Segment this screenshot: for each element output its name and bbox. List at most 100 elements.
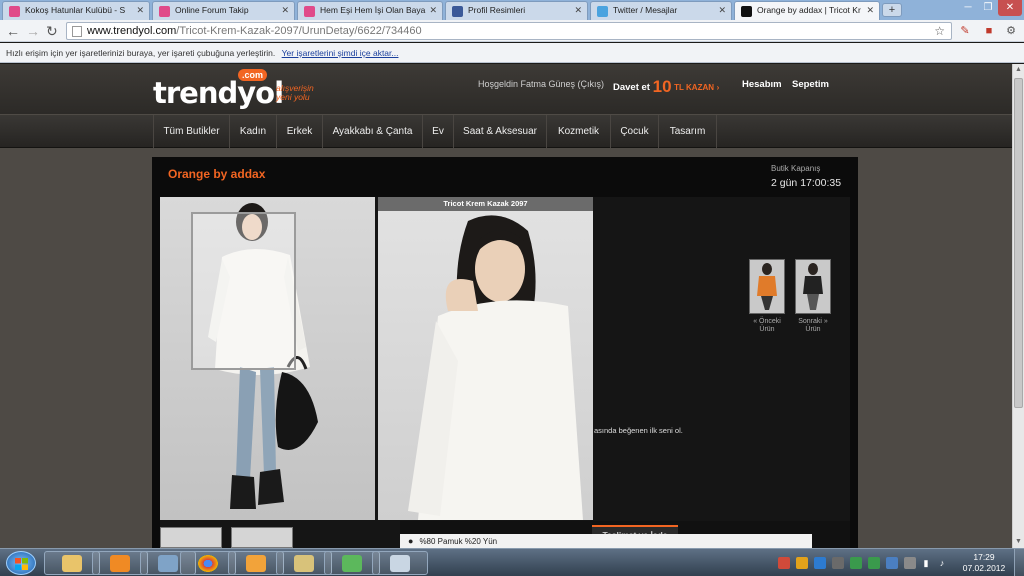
scroll-down-arrow-icon[interactable]: ▼ <box>1013 536 1024 548</box>
material-info-row: ● %80 Pamuk %20 Yün <box>400 534 812 548</box>
product-thumbnail-strip <box>160 521 400 548</box>
close-tab-icon[interactable]: ✕ <box>281 5 289 16</box>
close-tab-icon[interactable]: ✕ <box>136 5 144 16</box>
zoom-lens[interactable] <box>191 212 296 370</box>
tray-app-icon[interactable] <box>904 557 916 569</box>
browser-tab-label: Twitter / Mesajlar <box>613 5 678 15</box>
tray-app-icon[interactable] <box>886 557 898 569</box>
closing-countdown: 2 gün 17:00:35 <box>771 177 842 189</box>
browser-tab-4[interactable]: Profil Resimleri ✕ <box>445 1 588 20</box>
site-favicon-icon <box>304 6 315 17</box>
invite-arrow-icon: › <box>716 83 720 92</box>
product-thumbnail[interactable] <box>231 527 293 548</box>
facebook-favicon-icon <box>452 6 463 17</box>
category-navbar: Tüm Butikler Kadın Erkek Ayakkabı & Çant… <box>0 114 1012 148</box>
new-tab-button[interactable]: + <box>882 3 902 17</box>
cart-link[interactable]: Sepetim <box>792 79 829 90</box>
taskbar-paint[interactable] <box>372 551 428 575</box>
slogan: alışverişin yeni yolu <box>276 84 314 102</box>
browser-tab-6-active[interactable]: Orange by addax | Tricot Kr ✕ <box>734 1 880 20</box>
tray-app-icon[interactable] <box>850 557 862 569</box>
tray-app-icon[interactable] <box>868 557 880 569</box>
windows-logo-icon <box>15 558 28 570</box>
invite-prefix: Davet et <box>613 82 650 93</box>
scroll-up-arrow-icon[interactable]: ▲ <box>1013 64 1024 76</box>
chrome-icon <box>198 555 218 572</box>
bookmark-bar-hint: Hızlı erişim için yer işaretlerinizi bur… <box>6 48 276 58</box>
import-bookmarks-link[interactable]: Yer işaretlerini şimdi içe aktar... <box>282 48 399 58</box>
product-thumbnail[interactable] <box>160 527 222 548</box>
network-icon <box>158 555 178 572</box>
show-desktop-button[interactable] <box>1014 549 1024 576</box>
tray-antivirus-icon[interactable] <box>778 557 790 569</box>
signal-strength-icon[interactable]: ▮ <box>920 557 932 569</box>
close-tab-icon[interactable]: ✕ <box>866 5 874 16</box>
scrollbar-thumb[interactable] <box>1014 78 1023 408</box>
user-greeting[interactable]: Hoşgeldin Fatma Güneş (Çıkış) <box>478 79 604 89</box>
back-arrow-icon[interactable]: ← <box>6 23 20 39</box>
extension-icon[interactable]: ■ <box>982 24 996 38</box>
boutique-panel: Orange by addax Butik Kapanış 2 gün 17:0… <box>152 157 858 548</box>
slogan-line-2: yeni yolu <box>276 92 310 102</box>
reload-icon[interactable]: ↻ <box>46 23 58 39</box>
close-window-icon[interactable]: ✕ <box>998 0 1022 16</box>
nav-item-shoes-bags[interactable]: Ayakkabı & Çanta <box>323 115 423 148</box>
tray-app-icon[interactable] <box>796 557 808 569</box>
invite-promo[interactable]: Davet et 10 TL KAZAN › <box>613 77 719 97</box>
clock-time: 17:29 <box>973 552 995 562</box>
trendyol-logo[interactable]: trendyol <box>153 76 284 110</box>
browser-tab-label: Hem Eşi Hem İşi Olan Baya <box>320 5 426 15</box>
site-favicon-icon <box>9 6 20 17</box>
boutique-title[interactable]: Orange by addax <box>168 167 265 181</box>
next-product-link[interactable]: Sonraki » Ürün <box>793 318 833 334</box>
browser-tab-3[interactable]: Hem Eşi Hem İşi Olan Baya ✕ <box>297 1 443 20</box>
browser-tab-2[interactable]: Online Forum Takip ✕ <box>152 1 295 20</box>
logo-com-badge: .com <box>238 69 268 81</box>
extension-icon[interactable]: ✎ <box>958 24 972 38</box>
tray-app-icon[interactable] <box>814 557 826 569</box>
next-product-thumb[interactable] <box>795 259 831 314</box>
close-tab-icon[interactable]: ✕ <box>429 5 437 16</box>
minimize-window-icon[interactable]: ─ <box>958 0 978 16</box>
browser-tab-5[interactable]: Twitter / Mesajlar ✕ <box>590 1 732 20</box>
tray-app-icon[interactable] <box>832 557 844 569</box>
media-player-icon <box>110 555 130 572</box>
previous-product-thumb[interactable] <box>749 259 785 314</box>
nav-item-home[interactable]: Ev <box>423 115 454 148</box>
nav-item-cosmetics[interactable]: Kozmetik <box>547 115 611 148</box>
nav-item-design[interactable]: Tasarım <box>659 115 717 148</box>
nav-item-all-boutiques[interactable]: Tüm Butikler <box>153 115 230 148</box>
address-bar[interactable]: www.trendyol.com/Tricot-Krem-Kazak-2097/… <box>66 22 952 40</box>
invite-suffix: TL KAZAN <box>674 83 715 92</box>
volume-icon[interactable]: ♪ <box>936 557 948 569</box>
close-tab-icon[interactable]: ✕ <box>718 5 726 16</box>
material-composition: %80 Pamuk %20 Yün <box>419 537 498 546</box>
messenger-icon <box>342 555 362 572</box>
nav-item-women[interactable]: Kadın <box>230 115 277 148</box>
bookmark-star-icon[interactable]: ☆ <box>934 24 945 38</box>
nav-item-watches-accessories[interactable]: Saat & Aksesuar <box>454 115 547 148</box>
nav-item-kids[interactable]: Çocuk <box>611 115 659 148</box>
url-path: /Tricot-Krem-Kazak-2097/UrunDetay/6622/7… <box>176 25 422 37</box>
account-link[interactable]: Hesabım <box>742 79 782 90</box>
site-header: trendyol .com alışverişin yeni yolu Hoşg… <box>0 64 1012 114</box>
browser-tab-label: Profil Resimleri <box>468 5 526 15</box>
windows-taskbar: ▮ ♪ 17:29 07.02.2012 <box>0 548 1024 576</box>
closing-label: Butik Kapanış <box>771 164 821 173</box>
browser-tab-1[interactable]: Kokoş Hatunlar Kulübü - S ✕ <box>2 1 150 20</box>
product-photo[interactable] <box>160 197 375 520</box>
vertical-scrollbar[interactable]: ▲ ▼ <box>1012 64 1024 548</box>
start-button[interactable] <box>6 551 36 575</box>
twitter-favicon-icon <box>597 6 608 17</box>
previous-product-link[interactable]: « Önceki Ürün <box>747 318 787 334</box>
maximize-window-icon[interactable]: ❐ <box>978 0 998 16</box>
nav-item-men[interactable]: Erkek <box>277 115 323 148</box>
close-tab-icon[interactable]: ✕ <box>574 5 582 16</box>
next-product-image <box>803 263 823 310</box>
system-clock[interactable]: 17:29 07.02.2012 <box>958 552 1010 574</box>
page-icon <box>72 26 82 37</box>
forward-arrow-icon[interactable]: → <box>26 23 40 39</box>
folder-icon <box>294 555 314 572</box>
wrench-menu-icon[interactable]: ⚙ <box>1004 24 1018 38</box>
model-zoom-image <box>408 215 583 520</box>
